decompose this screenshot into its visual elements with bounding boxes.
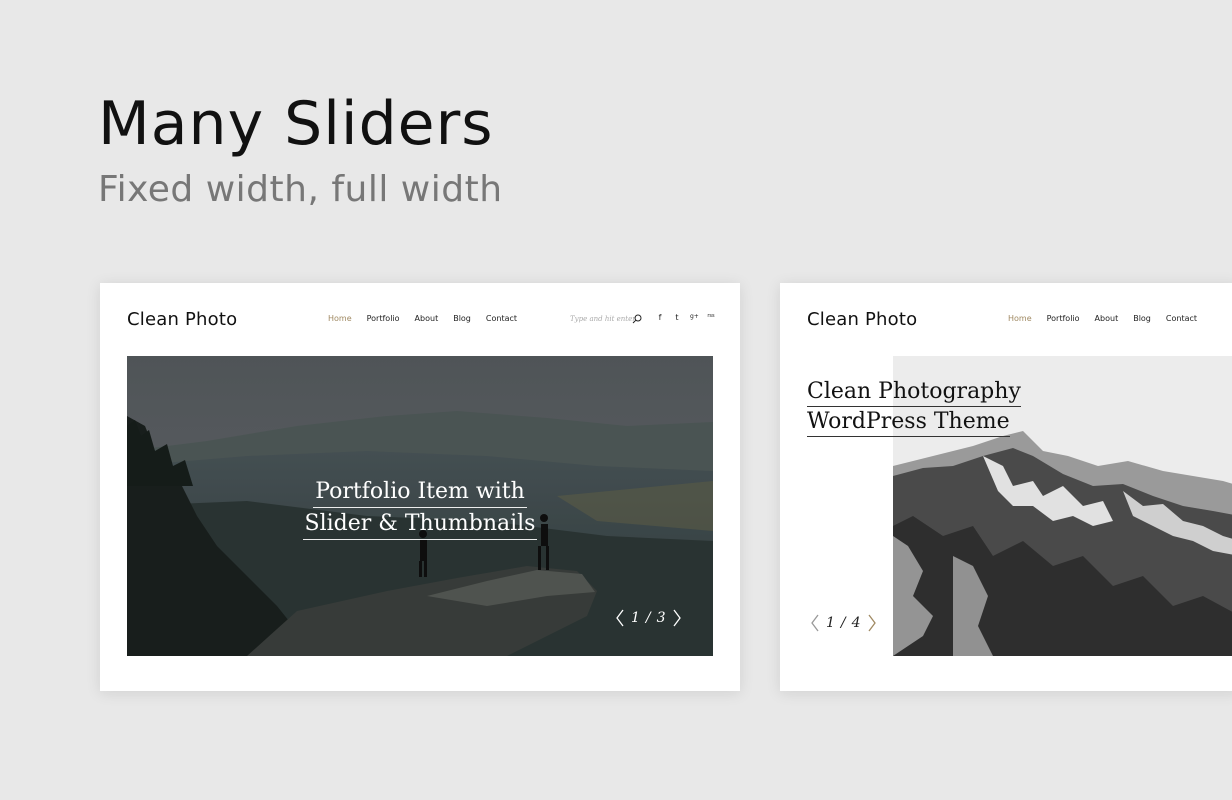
nav-blog[interactable]: Blog [1133, 314, 1151, 323]
main-nav: Home Portfolio About Blog Contact [328, 314, 532, 323]
main-nav: Home Portfolio About Blog Contact [1008, 314, 1212, 323]
facebook-icon[interactable]: f [656, 313, 664, 322]
nav-portfolio[interactable]: Portfolio [367, 314, 400, 323]
search-input[interactable]: Type and hit enter [570, 315, 636, 323]
chevron-right-icon[interactable] [672, 609, 682, 627]
caption-line-1: Portfolio Item with [313, 476, 527, 508]
slider-pager: 1 / 4 [810, 614, 877, 632]
pager-total: 3 [656, 610, 666, 626]
nav-blog[interactable]: Blog [453, 314, 471, 323]
page-subheadline: Fixed width, full width [98, 169, 503, 210]
page-headline: Many Sliders [98, 89, 494, 159]
caption-line-2: WordPress Theme [807, 407, 1010, 437]
caption-line-2: Slider & Thumbnails [302, 508, 538, 540]
nav-about[interactable]: About [1095, 314, 1119, 323]
slider-pager: 1 / 3 [615, 609, 682, 627]
site-logo[interactable]: Clean Photo [127, 309, 237, 330]
chevron-left-icon[interactable] [810, 614, 820, 632]
full-width-preview: Clean Photo Home Portfolio About Blog Co… [780, 283, 1232, 691]
twitter-icon[interactable]: t [673, 313, 681, 322]
nav-about[interactable]: About [415, 314, 439, 323]
nav-home[interactable]: Home [328, 314, 352, 323]
pager-current: 1 [826, 615, 835, 631]
chevron-right-icon[interactable] [867, 614, 877, 632]
rss-icon[interactable]: rss [707, 313, 715, 322]
pager-separator: / [840, 615, 846, 631]
slider-image: Portfolio Item with Slider & Thumbnails … [127, 356, 713, 656]
pager-current: 1 [631, 610, 640, 626]
chevron-left-icon[interactable] [615, 609, 625, 627]
fixed-width-preview: Clean Photo Home Portfolio About Blog Co… [100, 283, 740, 691]
caption-line-1: Clean Photography [807, 377, 1021, 407]
nav-portfolio[interactable]: Portfolio [1047, 314, 1080, 323]
pager-separator: / [645, 610, 651, 626]
nav-home[interactable]: Home [1008, 314, 1032, 323]
slide-caption[interactable]: Clean Photography WordPress Theme [807, 377, 1021, 437]
site-logo[interactable]: Clean Photo [807, 309, 917, 330]
nav-contact[interactable]: Contact [486, 314, 517, 323]
google-plus-icon[interactable]: g+ [690, 313, 699, 322]
search-icon[interactable] [632, 314, 642, 324]
slide-caption[interactable]: Portfolio Item with Slider & Thumbnails [127, 476, 713, 540]
social-links: f t g+ rss [656, 313, 715, 322]
nav-contact[interactable]: Contact [1166, 314, 1197, 323]
pager-total: 4 [851, 615, 861, 631]
